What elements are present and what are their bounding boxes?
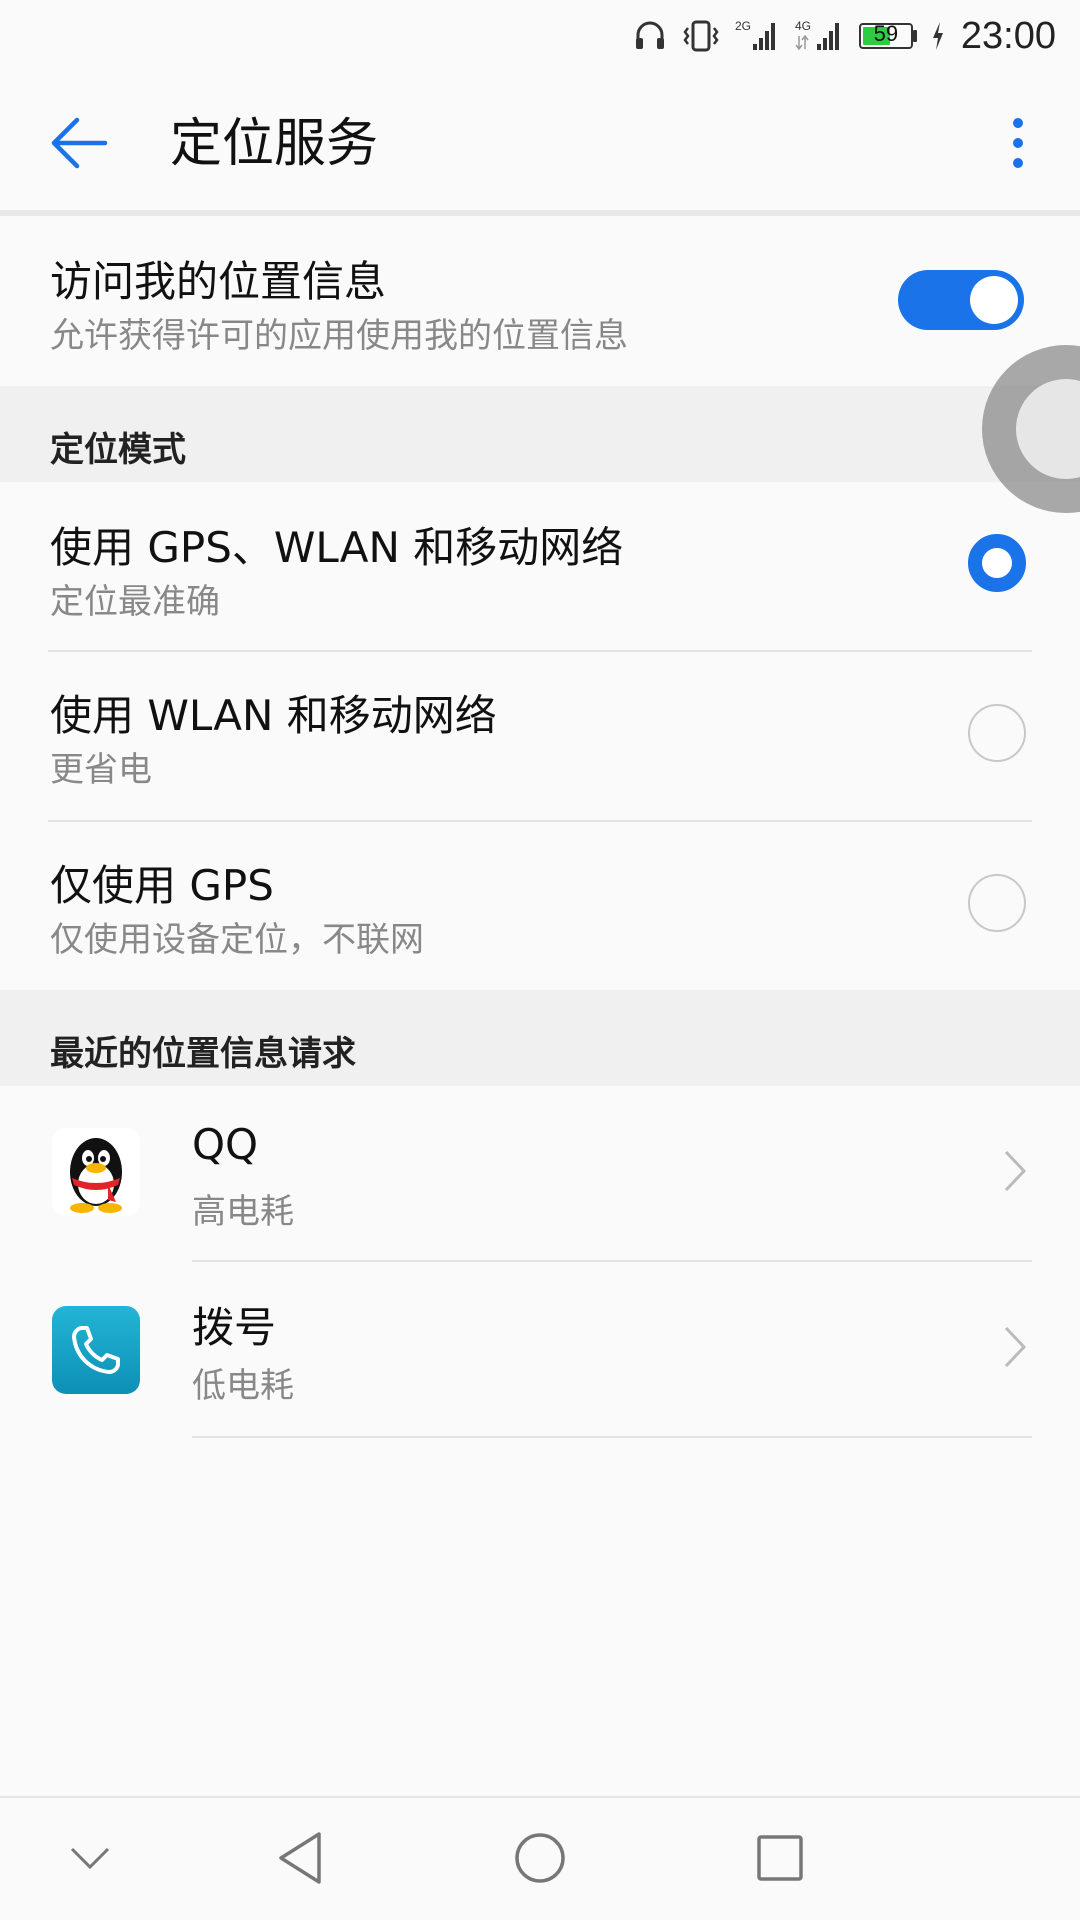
headset-icon	[633, 19, 667, 53]
back-triangle-icon	[279, 1832, 321, 1884]
status-time: 23:00	[960, 14, 1056, 57]
chevron-right-icon	[1000, 1146, 1030, 1196]
mode-option-subtitle: 更省电	[50, 750, 152, 790]
toggle-knob	[970, 276, 1018, 324]
chevron-right-icon	[1000, 1322, 1030, 1372]
mode-option-gps-only[interactable]: 仅使用 GPS 仅使用设备定位，不联网	[0, 822, 1080, 990]
recent-app-usage: 低电耗	[192, 1366, 294, 1406]
app-bar: 定位服务	[0, 72, 1080, 212]
mode-option-radio[interactable]	[968, 704, 1026, 762]
mode-option-subtitle: 仅使用设备定位，不联网	[50, 920, 424, 960]
location-access-row[interactable]: 访问我的位置信息 允许获得许可的应用使用我的位置信息	[0, 216, 1080, 386]
home-circle-icon	[515, 1833, 565, 1883]
more-options-button[interactable]	[996, 108, 1040, 178]
recent-app-dialer[interactable]: 拨号 低电耗	[0, 1262, 1080, 1438]
location-access-subtitle: 允许获得许可的应用使用我的位置信息	[50, 316, 628, 356]
mode-option-gps-wlan-mobile[interactable]: 使用 GPS、WLAN 和移动网络 定位最准确	[0, 482, 1080, 652]
phone-icon	[52, 1306, 140, 1394]
nav-home-button[interactable]	[500, 1818, 580, 1898]
location-mode-header: 定位模式	[0, 386, 1080, 482]
recent-requests-header: 最近的位置信息请求	[0, 990, 1080, 1086]
mode-option-wlan-mobile[interactable]: 使用 WLAN 和移动网络 更省电	[0, 652, 1080, 822]
qq-penguin-icon	[52, 1128, 140, 1216]
chevron-down-icon	[70, 1847, 110, 1870]
mode-option-title: 使用 WLAN 和移动网络	[50, 691, 497, 740]
mode-option-title: 使用 GPS、WLAN 和移动网络	[50, 523, 624, 572]
mode-option-subtitle: 定位最准确	[50, 582, 220, 622]
nav-bar	[0, 1796, 1080, 1920]
arrow-left-icon	[51, 117, 108, 169]
signal-4g-icon: 4G	[795, 18, 845, 54]
network-4g-label: 4G	[795, 19, 811, 33]
mode-option-title: 仅使用 GPS	[50, 861, 274, 910]
recent-app-name: 拨号	[192, 1303, 277, 1352]
nav-recents-button[interactable]	[740, 1818, 820, 1898]
battery-level: 59	[873, 21, 899, 46]
signal-2g-icon: 2G	[735, 18, 781, 54]
recent-app-qq[interactable]: QQ 高电耗	[0, 1086, 1080, 1262]
recent-app-usage: 高电耗	[192, 1192, 294, 1232]
recent-requests-header-text: 最近的位置信息请求	[50, 1034, 356, 1074]
recent-app-name: QQ	[192, 1120, 259, 1169]
recents-square-icon	[757, 1835, 803, 1881]
location-mode-header-text: 定位模式	[50, 430, 186, 470]
battery-icon: 59	[858, 21, 917, 49]
location-access-title: 访问我的位置信息	[50, 257, 387, 306]
more-vertical-icon	[1013, 118, 1023, 128]
network-2g-label: 2G	[735, 19, 751, 33]
status-bar: 2G 4G 59 23:00	[0, 0, 1080, 72]
mode-option-radio-selected[interactable]	[968, 534, 1026, 592]
mode-option-radio[interactable]	[968, 874, 1026, 932]
vibrate-icon	[681, 19, 721, 53]
back-button[interactable]	[44, 108, 114, 178]
page-title: 定位服务	[170, 114, 379, 174]
charging-icon	[931, 21, 945, 51]
screen: 2G 4G 59 23:00 定位服务 访问我的位置信息 允许获得许可的应用使用…	[0, 0, 1080, 1920]
divider	[192, 1436, 1032, 1438]
nav-hide-button[interactable]	[50, 1818, 130, 1898]
location-access-toggle[interactable]	[898, 270, 1024, 330]
nav-back-button[interactable]	[260, 1818, 340, 1898]
